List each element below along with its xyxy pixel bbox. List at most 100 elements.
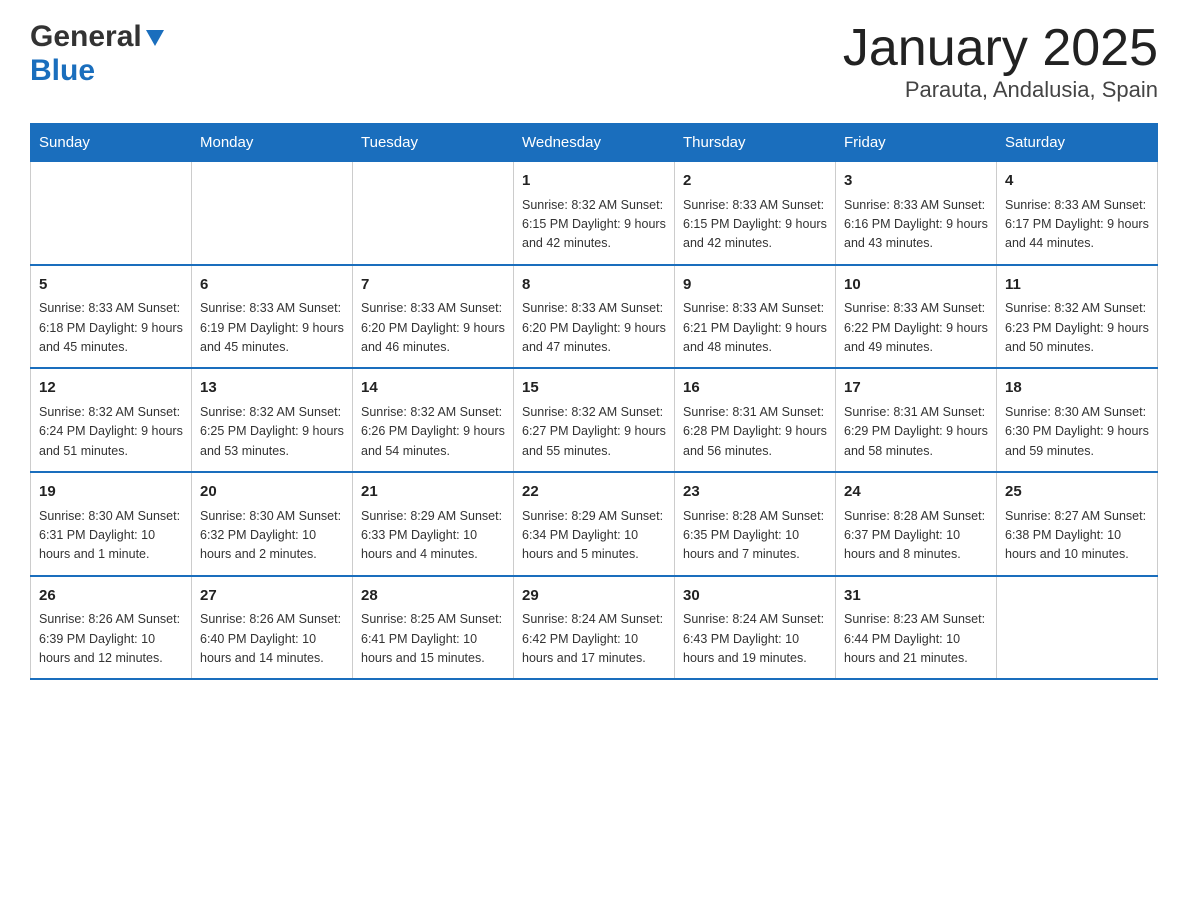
- day-number: 22: [522, 481, 666, 504]
- day-number: 5: [39, 274, 183, 297]
- day-number: 27: [200, 585, 344, 608]
- day-info: Sunrise: 8:32 AM Sunset: 6:24 PM Dayligh…: [39, 403, 183, 461]
- logo-triangle-icon: [146, 30, 164, 51]
- calendar-week-row: 12 Sunrise: 8:32 AM Sunset: 6:24 PM Dayli…: [31, 368, 1158, 472]
- page-header: General Blue January 2025 Parauta, Andal…: [30, 20, 1158, 103]
- logo-blue-text: Blue: [30, 54, 95, 87]
- calendar-cell: 15 Sunrise: 8:32 AM Sunset: 6:27 PM Dayli…: [514, 368, 675, 472]
- day-number: 1: [522, 170, 666, 193]
- calendar-cell: 17 Sunrise: 8:31 AM Sunset: 6:29 PM Dayli…: [836, 368, 997, 472]
- calendar-cell: 26Sunrise: 8:26 AM Sunset: 6:39 PM Dayli…: [31, 576, 192, 680]
- day-number: 31: [844, 585, 988, 608]
- day-number: 11: [1005, 274, 1149, 297]
- day-number: 29: [522, 585, 666, 608]
- calendar-cell: 23 Sunrise: 8:28 AM Sunset: 6:35 PM Dayli…: [675, 472, 836, 576]
- calendar-subtitle: Parauta, Andalusia, Spain: [843, 77, 1158, 103]
- day-number: 17: [844, 377, 988, 400]
- calendar-cell: 31Sunrise: 8:23 AM Sunset: 6:44 PM Dayli…: [836, 576, 997, 680]
- logo-general-text: General: [30, 20, 142, 54]
- calendar-cell: 8Sunrise: 8:33 AM Sunset: 6:20 PM Daylig…: [514, 265, 675, 369]
- day-info: Sunrise: 8:33 AM Sunset: 6:21 PM Dayligh…: [683, 299, 827, 357]
- calendar-cell: 22 Sunrise: 8:29 AM Sunset: 6:34 PM Dayli…: [514, 472, 675, 576]
- calendar-cell: 11Sunrise: 8:32 AM Sunset: 6:23 PM Dayli…: [997, 265, 1158, 369]
- calendar-cell: 6Sunrise: 8:33 AM Sunset: 6:19 PM Daylig…: [192, 265, 353, 369]
- calendar-body: 1 Sunrise: 8:32 AM Sunset: 6:15 PM Daylig…: [31, 162, 1158, 680]
- day-info: Sunrise: 8:33 AM Sunset: 6:19 PM Dayligh…: [200, 299, 344, 357]
- column-header-tuesday: Tuesday: [353, 124, 514, 162]
- day-number: 8: [522, 274, 666, 297]
- column-header-saturday: Saturday: [997, 124, 1158, 162]
- day-number: 16: [683, 377, 827, 400]
- day-info: Sunrise: 8:32 AM Sunset: 6:25 PM Dayligh…: [200, 403, 344, 461]
- calendar-cell: 30Sunrise: 8:24 AM Sunset: 6:43 PM Dayli…: [675, 576, 836, 680]
- day-info: Sunrise: 8:23 AM Sunset: 6:44 PM Dayligh…: [844, 610, 988, 668]
- day-number: 10: [844, 274, 988, 297]
- calendar-header: SundayMondayTuesdayWednesdayThursdayFrid…: [31, 124, 1158, 162]
- calendar-cell: 2 Sunrise: 8:33 AM Sunset: 6:15 PM Daylig…: [675, 162, 836, 265]
- day-number: 23: [683, 481, 827, 504]
- column-header-monday: Monday: [192, 124, 353, 162]
- calendar-cell: 10Sunrise: 8:33 AM Sunset: 6:22 PM Dayli…: [836, 265, 997, 369]
- day-info: Sunrise: 8:33 AM Sunset: 6:15 PM Dayligh…: [683, 196, 827, 254]
- calendar-title: January 2025: [843, 20, 1158, 77]
- day-number: 20: [200, 481, 344, 504]
- day-info: Sunrise: 8:30 AM Sunset: 6:31 PM Dayligh…: [39, 507, 183, 565]
- day-info: Sunrise: 8:26 AM Sunset: 6:39 PM Dayligh…: [39, 610, 183, 668]
- day-info: Sunrise: 8:29 AM Sunset: 6:34 PM Dayligh…: [522, 507, 666, 565]
- day-info: Sunrise: 8:32 AM Sunset: 6:15 PM Dayligh…: [522, 196, 666, 254]
- calendar-cell: 1 Sunrise: 8:32 AM Sunset: 6:15 PM Daylig…: [514, 162, 675, 265]
- day-info: Sunrise: 8:25 AM Sunset: 6:41 PM Dayligh…: [361, 610, 505, 668]
- calendar-cell: 28Sunrise: 8:25 AM Sunset: 6:41 PM Dayli…: [353, 576, 514, 680]
- day-number: 18: [1005, 377, 1149, 400]
- day-info: Sunrise: 8:32 AM Sunset: 6:23 PM Dayligh…: [1005, 299, 1149, 357]
- day-number: 3: [844, 170, 988, 193]
- calendar-cell: 19 Sunrise: 8:30 AM Sunset: 6:31 PM Dayli…: [31, 472, 192, 576]
- calendar-week-row: 1 Sunrise: 8:32 AM Sunset: 6:15 PM Daylig…: [31, 162, 1158, 265]
- calendar-cell: 16 Sunrise: 8:31 AM Sunset: 6:28 PM Dayli…: [675, 368, 836, 472]
- column-header-friday: Friday: [836, 124, 997, 162]
- day-number: 19: [39, 481, 183, 504]
- day-info: Sunrise: 8:33 AM Sunset: 6:20 PM Dayligh…: [522, 299, 666, 357]
- column-header-wednesday: Wednesday: [514, 124, 675, 162]
- day-info: Sunrise: 8:24 AM Sunset: 6:42 PM Dayligh…: [522, 610, 666, 668]
- calendar-table: SundayMondayTuesdayWednesdayThursdayFrid…: [30, 123, 1158, 680]
- calendar-cell: [192, 162, 353, 265]
- calendar-cell: 24Sunrise: 8:28 AM Sunset: 6:37 PM Dayli…: [836, 472, 997, 576]
- day-info: Sunrise: 8:32 AM Sunset: 6:27 PM Dayligh…: [522, 403, 666, 461]
- day-number: 9: [683, 274, 827, 297]
- calendar-cell: 9Sunrise: 8:33 AM Sunset: 6:21 PM Daylig…: [675, 265, 836, 369]
- day-number: 7: [361, 274, 505, 297]
- calendar-week-row: 5Sunrise: 8:33 AM Sunset: 6:18 PM Daylig…: [31, 265, 1158, 369]
- day-number: 15: [522, 377, 666, 400]
- calendar-cell: 4 Sunrise: 8:33 AM Sunset: 6:17 PM Daylig…: [997, 162, 1158, 265]
- day-number: 30: [683, 585, 827, 608]
- day-info: Sunrise: 8:33 AM Sunset: 6:17 PM Dayligh…: [1005, 196, 1149, 254]
- day-info: Sunrise: 8:31 AM Sunset: 6:29 PM Dayligh…: [844, 403, 988, 461]
- day-info: Sunrise: 8:24 AM Sunset: 6:43 PM Dayligh…: [683, 610, 827, 668]
- day-number: 6: [200, 274, 344, 297]
- calendar-cell: 21Sunrise: 8:29 AM Sunset: 6:33 PM Dayli…: [353, 472, 514, 576]
- calendar-week-row: 26Sunrise: 8:26 AM Sunset: 6:39 PM Dayli…: [31, 576, 1158, 680]
- day-number: 12: [39, 377, 183, 400]
- calendar-cell: 5Sunrise: 8:33 AM Sunset: 6:18 PM Daylig…: [31, 265, 192, 369]
- day-info: Sunrise: 8:27 AM Sunset: 6:38 PM Dayligh…: [1005, 507, 1149, 565]
- day-number: 4: [1005, 170, 1149, 193]
- day-info: Sunrise: 8:32 AM Sunset: 6:26 PM Dayligh…: [361, 403, 505, 461]
- day-info: Sunrise: 8:28 AM Sunset: 6:37 PM Dayligh…: [844, 507, 988, 565]
- calendar-cell: 25Sunrise: 8:27 AM Sunset: 6:38 PM Dayli…: [997, 472, 1158, 576]
- day-number: 2: [683, 170, 827, 193]
- calendar-cell: 20Sunrise: 8:30 AM Sunset: 6:32 PM Dayli…: [192, 472, 353, 576]
- day-info: Sunrise: 8:33 AM Sunset: 6:22 PM Dayligh…: [844, 299, 988, 357]
- calendar-cell: [353, 162, 514, 265]
- column-header-sunday: Sunday: [31, 124, 192, 162]
- calendar-cell: 27Sunrise: 8:26 AM Sunset: 6:40 PM Dayli…: [192, 576, 353, 680]
- day-number: 14: [361, 377, 505, 400]
- day-info: Sunrise: 8:26 AM Sunset: 6:40 PM Dayligh…: [200, 610, 344, 668]
- calendar-cell: 13Sunrise: 8:32 AM Sunset: 6:25 PM Dayli…: [192, 368, 353, 472]
- calendar-cell: 3Sunrise: 8:33 AM Sunset: 6:16 PM Daylig…: [836, 162, 997, 265]
- calendar-cell: [31, 162, 192, 265]
- day-number: 28: [361, 585, 505, 608]
- day-info: Sunrise: 8:31 AM Sunset: 6:28 PM Dayligh…: [683, 403, 827, 461]
- day-info: Sunrise: 8:28 AM Sunset: 6:35 PM Dayligh…: [683, 507, 827, 565]
- day-info: Sunrise: 8:29 AM Sunset: 6:33 PM Dayligh…: [361, 507, 505, 565]
